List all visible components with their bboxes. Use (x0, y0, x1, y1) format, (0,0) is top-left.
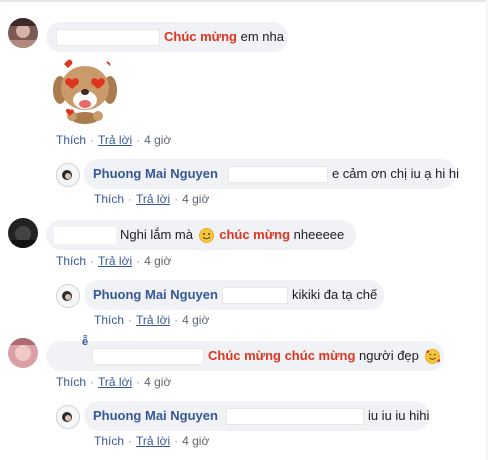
avatar-photo (8, 218, 38, 248)
comment-text-highlight: Chúc mừng chúc mừng (208, 348, 356, 363)
divider (0, 0, 488, 2)
like-link[interactable]: Thích (56, 254, 86, 268)
avatar[interactable] (56, 163, 80, 187)
commenter-name[interactable]: Phuong Mai Nguyen (93, 166, 218, 181)
comment-actions: Thích · Trả lời · 4 giờ (94, 192, 210, 206)
comment-text: em nha (240, 29, 284, 44)
comment-bubble: Chúc mừng em nha (46, 22, 288, 52)
heart-eyes-dog-sticker-icon (53, 59, 117, 124)
timestamp[interactable]: 4 giờ (182, 434, 209, 448)
avatar-photo (57, 406, 79, 428)
comment-bubble: Phuong Mai Nguyen iu iu iu hihi (84, 401, 430, 431)
smile-emoji-icon (198, 228, 214, 244)
redacted-name (92, 348, 204, 366)
timestamp[interactable]: 4 giờ (144, 375, 171, 389)
reply-link[interactable]: Trả lời (98, 254, 132, 268)
comment-actions: Thích · Trả lời · 4 giờ (94, 434, 210, 448)
comment-text-highlight: chúc mừng (219, 227, 291, 242)
comment-text: e cảm ơn chị iu ạ hi hi (331, 166, 459, 181)
avatar-photo (8, 18, 38, 48)
commenter-name[interactable]: Phuong Mai Nguyen (93, 408, 218, 423)
reply-link[interactable]: Trả lời (98, 375, 132, 389)
avatar[interactable] (8, 18, 38, 48)
reply-link[interactable]: Trả lời (136, 192, 170, 206)
avatar[interactable] (56, 405, 80, 429)
timestamp[interactable]: 4 giờ (182, 192, 209, 206)
avatar[interactable] (8, 218, 38, 248)
comment-actions: Thích · Trả lời · 4 giờ (94, 313, 210, 327)
avatar-photo (57, 164, 79, 186)
redacted-name (54, 227, 116, 245)
redacted-name (225, 408, 364, 426)
timestamp[interactable]: 4 giờ (144, 254, 171, 268)
avatar-photo (57, 285, 79, 307)
comment-text: kikiki đa tạ chế (291, 287, 378, 302)
like-link[interactable]: Thích (94, 313, 124, 327)
redacted-name (227, 166, 328, 184)
comment-text: người đẹp (359, 348, 419, 363)
avatar-photo (8, 338, 38, 368)
redacted-name (56, 29, 160, 47)
timestamp[interactable]: 4 giờ (144, 133, 171, 147)
like-link[interactable]: Thích (94, 434, 124, 448)
avatar[interactable] (56, 284, 80, 308)
comment-actions: Thích · Trả lời · 4 giờ (56, 254, 172, 268)
comment-bubble: Phuong Mai Nguyen e cảm ơn chị iu ạ hi hi (84, 159, 459, 189)
reply-link[interactable]: Trả lời (136, 434, 170, 448)
comment-text: iu iu iu hihi (367, 408, 430, 423)
comment-text: nheeeee (293, 227, 345, 242)
commenter-name[interactable]: Phuong Mai Nguyen (93, 287, 218, 302)
comment-text: Nghi lắm mà (120, 227, 193, 242)
comment-bubble: ễ Chúc mừng chúc mừng người đẹp (46, 336, 444, 371)
comment-thread: Chúc mừng em nha Thích·Trả lời·4 giờ (0, 0, 488, 460)
like-link[interactable]: Thích (56, 375, 86, 389)
like-link[interactable]: Thích (94, 192, 124, 206)
redacted-name (221, 287, 288, 305)
comment-actions: Thích · Trả lời · 4 giờ (56, 133, 172, 147)
smiling-face-with-hearts-emoji-icon (424, 349, 440, 365)
comment-text-highlight: Chúc mừng (164, 29, 237, 44)
reply-link[interactable]: Trả lời (98, 133, 132, 147)
like-link[interactable]: Thích (56, 133, 86, 147)
comment-actions: Thích · Trả lời · 4 giờ (56, 375, 172, 389)
timestamp[interactable]: 4 giờ (182, 313, 209, 327)
comment-bubble: Phuong Mai Nguyen kikiki đa tạ chế (84, 280, 384, 310)
comment-bubble: Nghi lắm mà chúc mừng nheeeee (46, 220, 356, 250)
reply-link[interactable]: Trả lời (136, 313, 170, 327)
commenter-name-fragment[interactable]: ễ (82, 335, 88, 349)
avatar[interactable] (8, 338, 38, 368)
